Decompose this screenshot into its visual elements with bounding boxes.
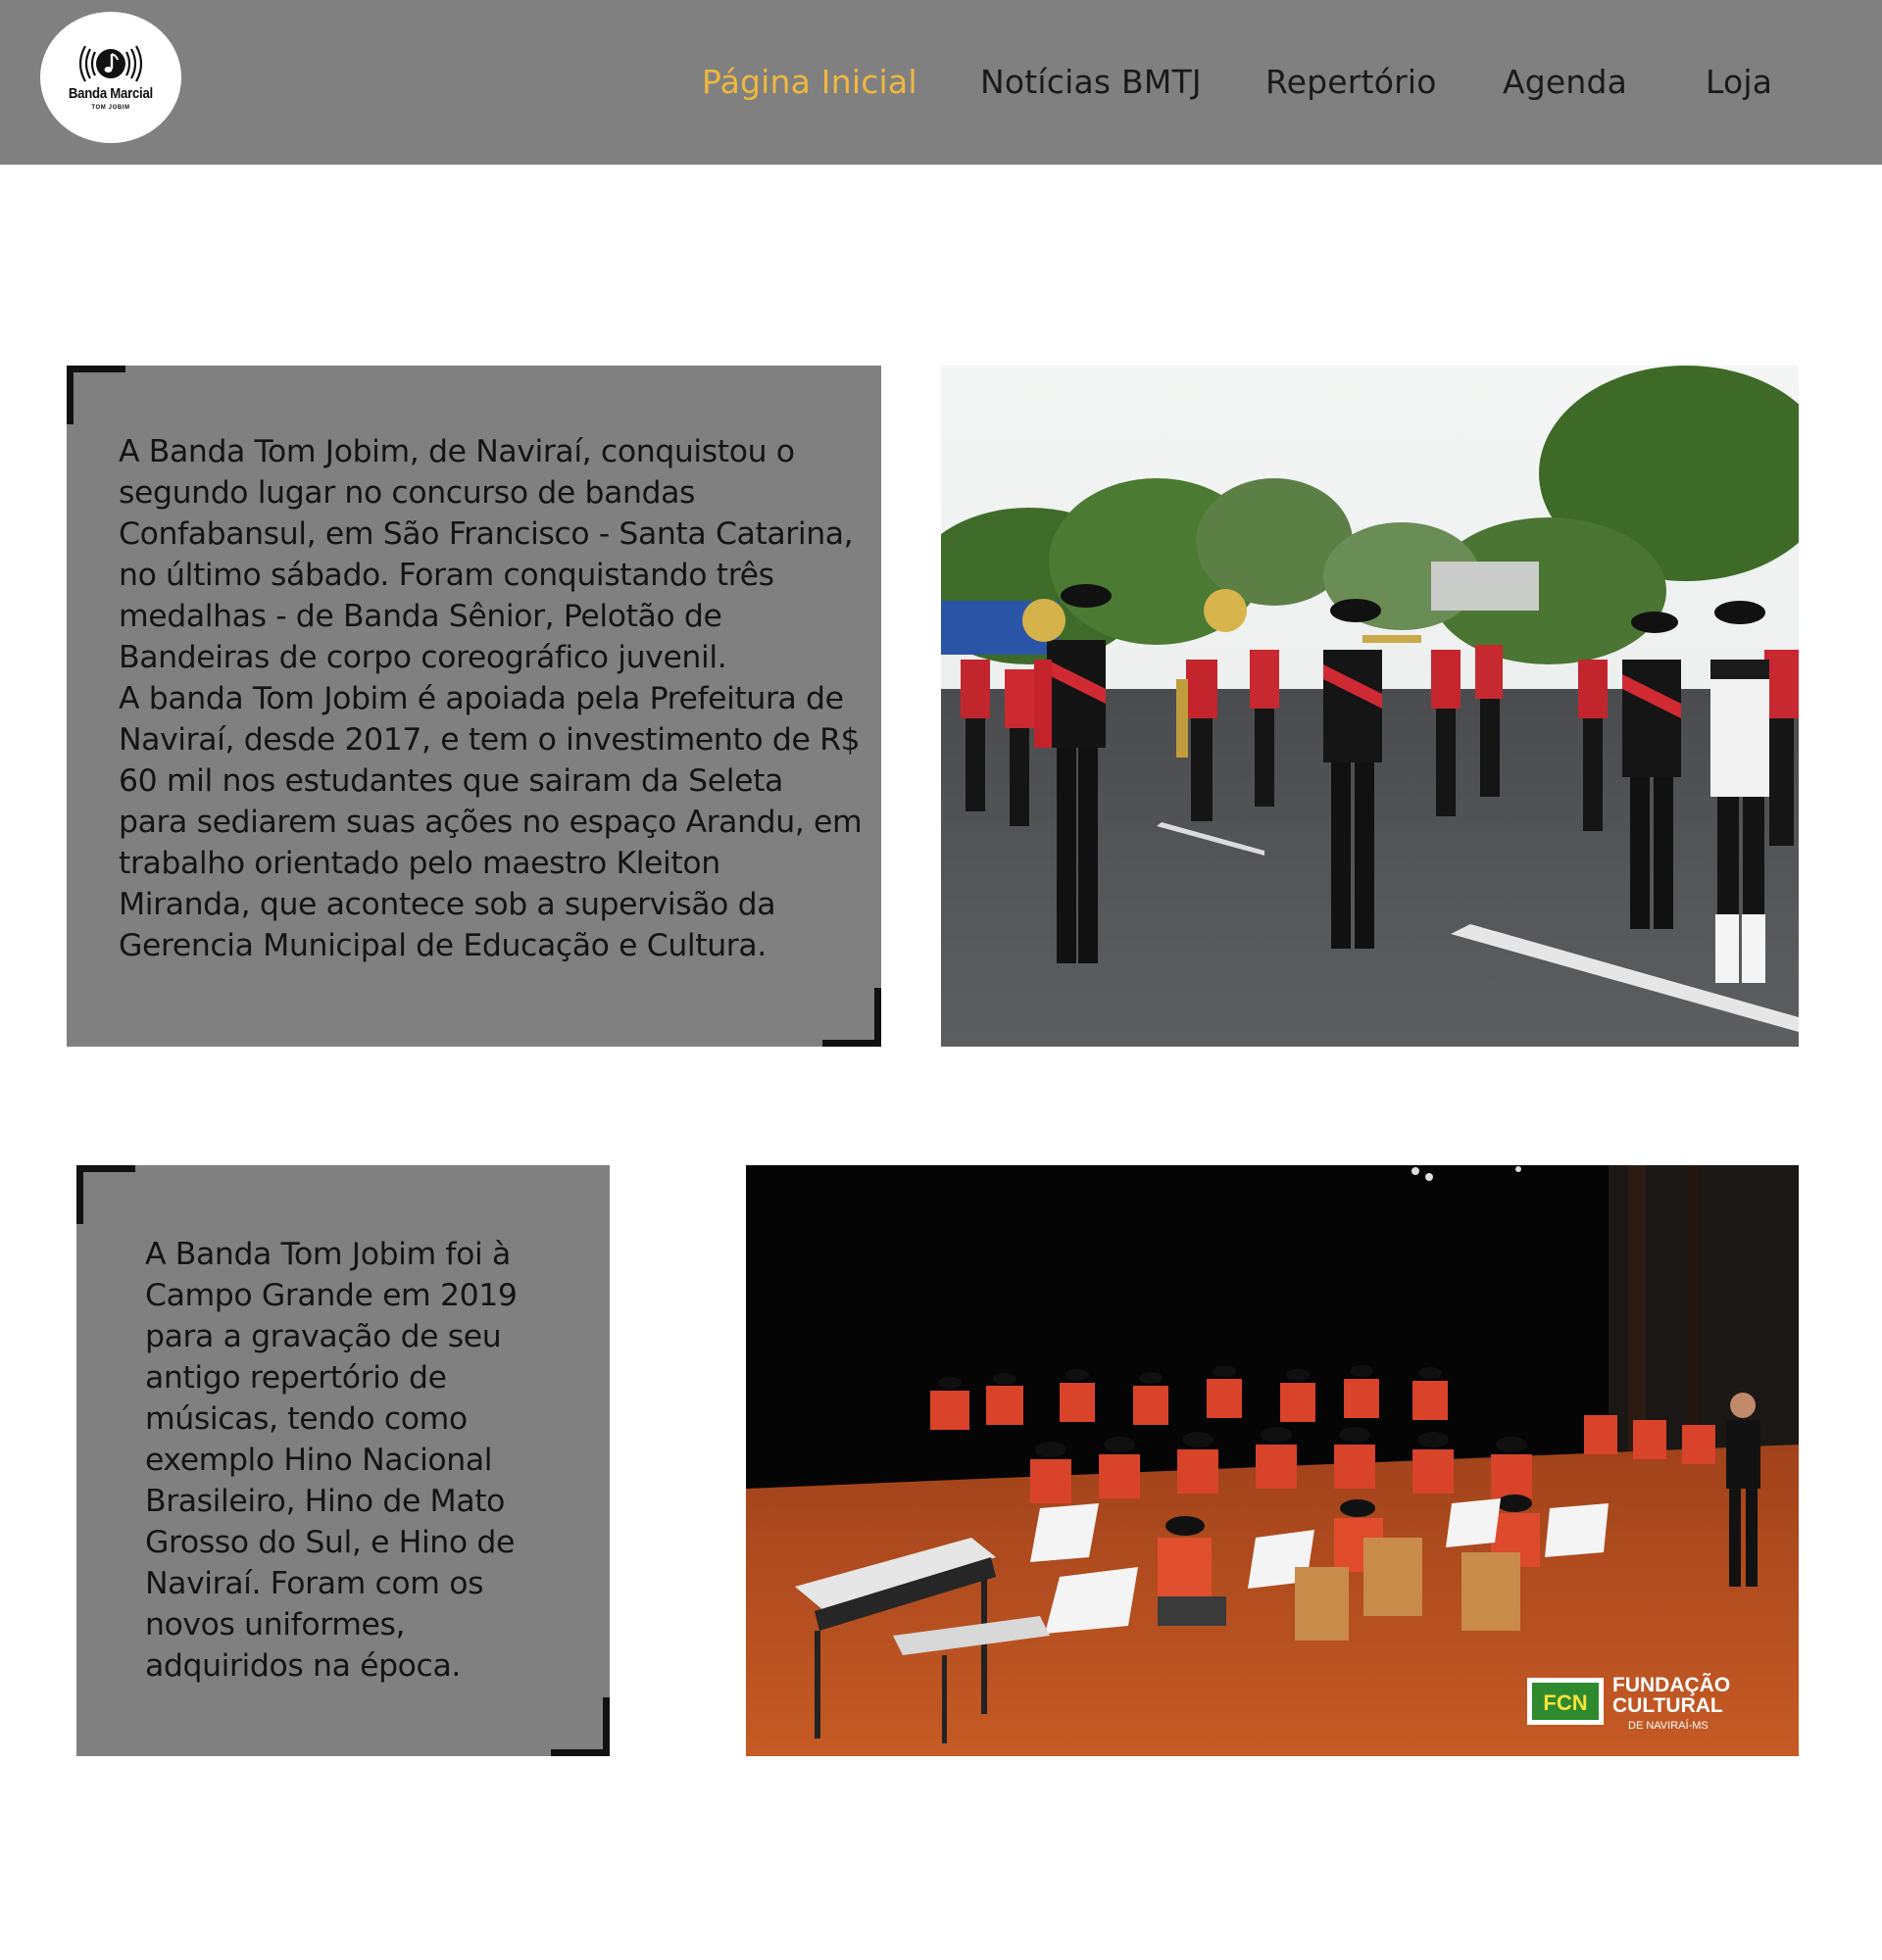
foundation-watermark: FCN FUNDAÇÃO CULTURAL DE NAVIRAÍ-MS bbox=[1527, 1674, 1730, 1732]
corner-bracket-top-left bbox=[76, 1165, 135, 1224]
nav-repertorio[interactable]: Repertório bbox=[1265, 63, 1437, 101]
watermark-line1: FUNDAÇÃO bbox=[1612, 1674, 1730, 1696]
logo-subtitle: TOM JOBIM bbox=[91, 105, 130, 111]
watermark-line2: CULTURAL bbox=[1612, 1694, 1723, 1717]
watermark-line3: DE NAVIRAÍ-MS bbox=[1628, 1719, 1709, 1732]
site-logo[interactable]: Banda Marcial TOM JOBIM bbox=[40, 12, 181, 143]
nav-noticias-bmtj[interactable]: Notícias BMTJ bbox=[980, 63, 1202, 101]
corner-bracket-bottom-right bbox=[822, 988, 881, 1047]
news-text-box-1: A Banda Tom Jobim, de Naviraí, conquisto… bbox=[67, 366, 881, 1047]
corner-bracket-top-left bbox=[67, 366, 125, 424]
corner-bracket-bottom-right bbox=[551, 1697, 610, 1756]
band-stage-concert-photo: FCN FUNDAÇÃO CULTURAL DE NAVIRAÍ-MS bbox=[746, 1165, 1799, 1756]
nav-agenda[interactable]: Agenda bbox=[1503, 63, 1627, 101]
music-note-signal-icon bbox=[78, 45, 143, 82]
logo-title: Banda Marcial bbox=[68, 85, 154, 102]
nav-loja[interactable]: Loja bbox=[1706, 63, 1772, 101]
watermark-logo-text: FCN bbox=[1543, 1690, 1587, 1715]
site-header: Banda Marcial TOM JOBIM Página Inicial N… bbox=[0, 0, 1882, 165]
nav-pagina-inicial[interactable]: Página Inicial bbox=[702, 63, 917, 101]
marching-band-parade-photo bbox=[941, 366, 1799, 1047]
news-text-2: A Banda Tom Jobim foi à Campo Grande em … bbox=[145, 1237, 518, 1684]
news-text-1: A Banda Tom Jobim, de Naviraí, conquisto… bbox=[119, 434, 863, 963]
news-text-box-2: A Banda Tom Jobim foi à Campo Grande em … bbox=[76, 1165, 610, 1756]
